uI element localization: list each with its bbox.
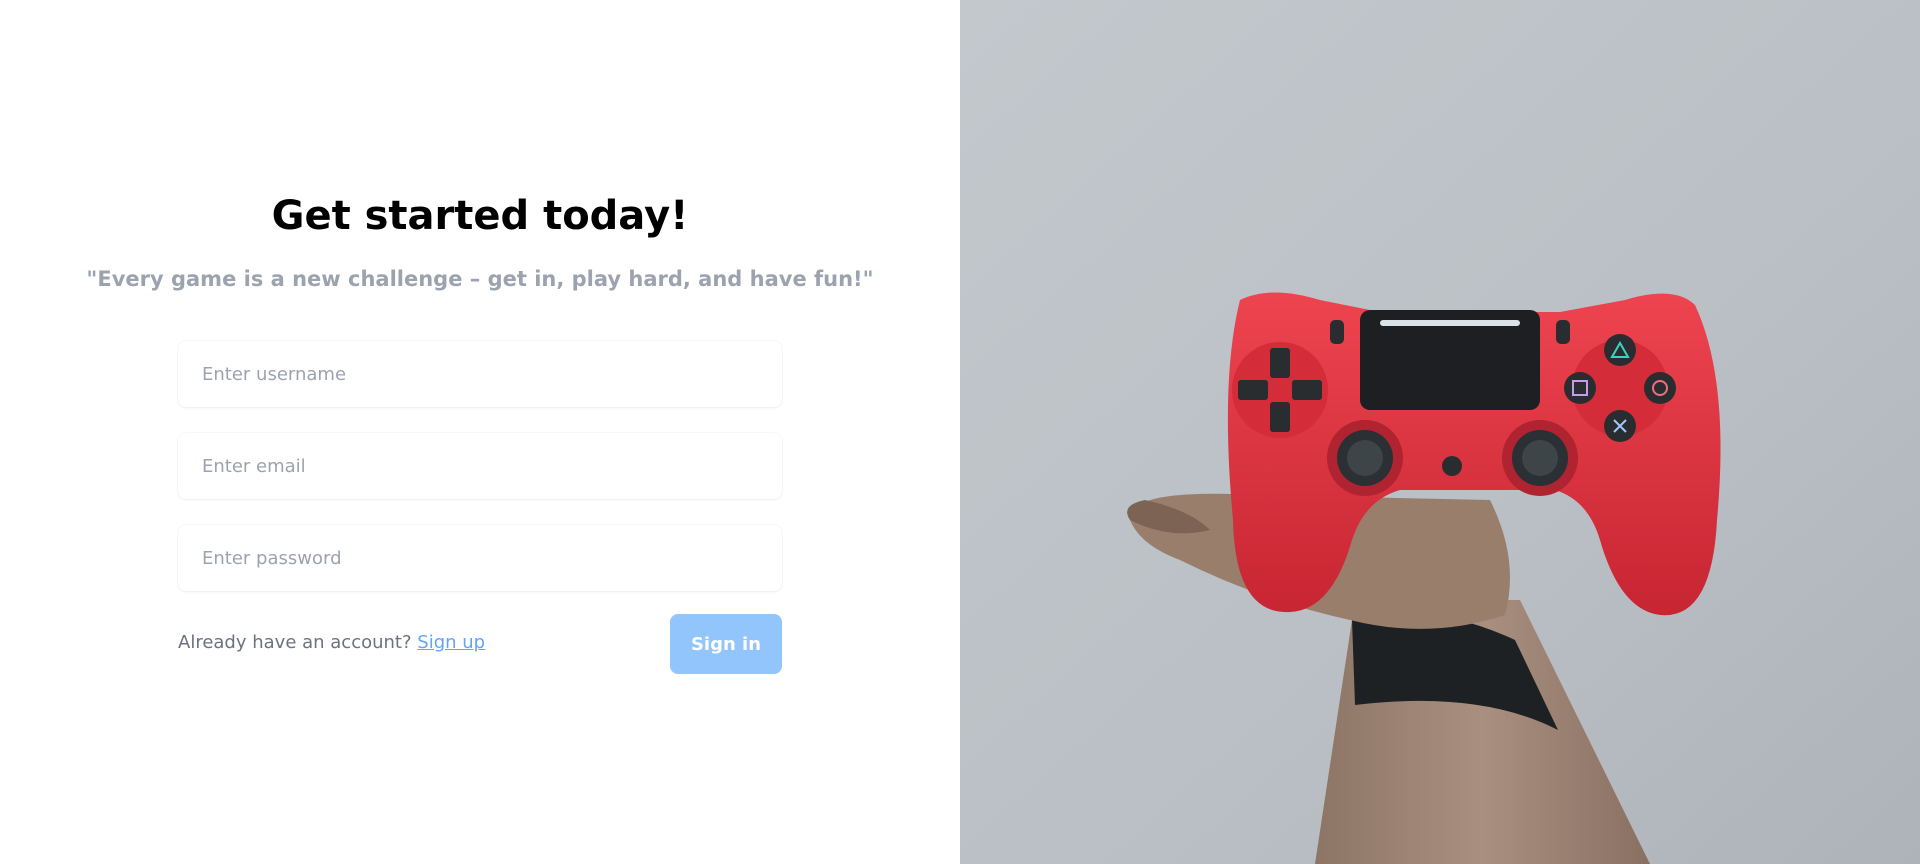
password-input[interactable]: [200, 546, 760, 570]
account-prompt: Already have an account? Sign up: [178, 632, 485, 653]
hand-holding-controller-image: [960, 0, 1920, 864]
username-field[interactable]: [178, 341, 782, 407]
email-input[interactable]: [200, 454, 760, 478]
page-title: Get started today!: [271, 193, 689, 239]
password-field[interactable]: [178, 525, 782, 591]
email-field[interactable]: [178, 433, 782, 499]
username-input[interactable]: [200, 362, 760, 386]
tagline-quote: "Every game is a new challenge – get in,…: [86, 267, 874, 291]
form-panel: Get started today! "Every game is a new …: [0, 0, 960, 864]
hero-image: [960, 0, 1920, 864]
account-row: Already have an account? Sign up Sign in: [178, 614, 782, 674]
account-prompt-text: Already have an account?: [178, 632, 412, 653]
signup-page: Get started today! "Every game is a new …: [0, 0, 1920, 864]
signin-button[interactable]: Sign in: [670, 614, 782, 674]
signup-link[interactable]: Sign up: [417, 632, 485, 653]
